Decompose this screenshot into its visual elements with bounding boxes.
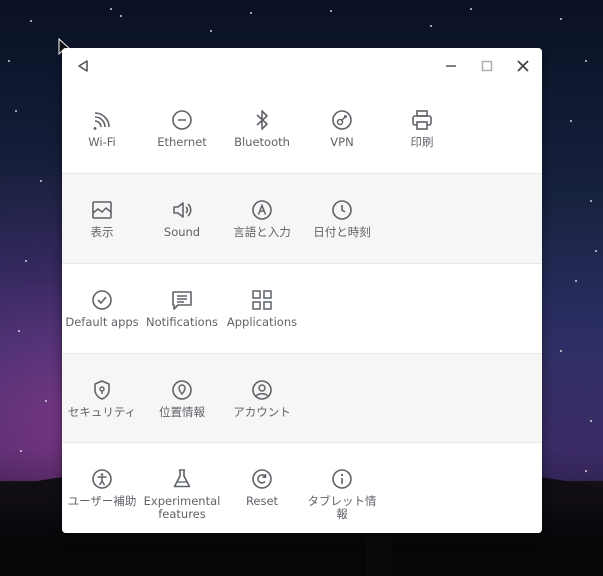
star — [595, 250, 597, 252]
star — [330, 10, 332, 12]
star — [585, 60, 587, 62]
settings-window: Wi-Fi Ethernet Bluetooth VPN 印刷表示 Sound 言語と入力 日… — [62, 48, 542, 533]
settings-item-label: ユーザー補助 — [67, 494, 137, 508]
settings-item-ethernet[interactable]: Ethernet — [142, 108, 222, 149]
account-circle-icon — [250, 378, 274, 402]
settings-item-applications[interactable]: Applications — [222, 288, 302, 329]
star — [120, 15, 122, 17]
shield-icon — [90, 378, 114, 402]
star — [45, 400, 47, 402]
star — [25, 260, 27, 262]
star — [585, 470, 587, 472]
vpn-key-icon — [330, 108, 354, 132]
wifi-icon — [90, 108, 114, 132]
location-pin-icon — [170, 378, 194, 402]
settings-item-reset[interactable]: Reset — [222, 467, 302, 508]
settings-item-label: Applications — [226, 315, 298, 329]
back-triangle-icon — [78, 60, 88, 72]
star — [15, 110, 17, 112]
settings-section: セキュリティ 位置情報 アカウント — [62, 354, 542, 443]
close-button[interactable] — [510, 53, 536, 79]
star — [250, 12, 252, 14]
back-button[interactable] — [70, 53, 96, 79]
ethernet-icon — [170, 108, 194, 132]
settings-section: ユーザー補助 Experimental features Reset タブレット情報 — [62, 443, 542, 533]
settings-item-default-apps[interactable]: Default apps — [62, 288, 142, 329]
star — [575, 280, 577, 282]
speaker-icon — [170, 198, 194, 222]
keyboard-a-icon — [250, 198, 274, 222]
wallpaper-silhouette — [366, 518, 392, 576]
minimize-button[interactable] — [438, 53, 464, 79]
settings-item-label: 印刷 — [410, 135, 434, 149]
settings-item-experimental[interactable]: Experimental features — [142, 467, 222, 521]
minimize-icon — [446, 65, 456, 67]
settings-item-label: Bluetooth — [234, 135, 290, 149]
settings-item-label: Reset — [245, 494, 279, 508]
maximize-icon — [481, 60, 493, 72]
settings-item-language-input[interactable]: 言語と入力 — [222, 198, 302, 239]
settings-item-label: Default apps — [65, 315, 139, 329]
settings-item-notifications[interactable]: Notifications — [142, 288, 222, 329]
star — [570, 120, 572, 122]
star — [590, 200, 592, 202]
window-titlebar — [62, 48, 542, 84]
printer-icon — [410, 108, 434, 132]
star — [210, 30, 212, 32]
settings-item-label: セキュリティ — [67, 405, 137, 419]
settings-item-bluetooth[interactable]: Bluetooth — [222, 108, 302, 149]
settings-item-label: Sound — [163, 225, 201, 239]
settings-item-label: Ethernet — [157, 135, 207, 149]
settings-item-print[interactable]: 印刷 — [382, 108, 462, 149]
info-icon — [330, 467, 354, 491]
star — [30, 20, 32, 22]
settings-item-account[interactable]: アカウント — [222, 378, 302, 419]
settings-grid: Wi-Fi Ethernet Bluetooth VPN 印刷表示 Sound 言語と入力 日… — [62, 84, 542, 533]
settings-item-label: アカウント — [233, 405, 291, 419]
image-icon — [90, 198, 114, 222]
settings-item-wifi[interactable]: Wi-Fi — [62, 108, 142, 149]
settings-item-label: 日付と時刻 — [313, 225, 371, 239]
settings-item-sound[interactable]: Sound — [142, 198, 222, 239]
star — [110, 8, 112, 10]
settings-item-label: Wi-Fi — [88, 135, 116, 149]
settings-item-label: 表示 — [90, 225, 114, 239]
settings-section: 表示 Sound 言語と入力 日付と時刻 — [62, 174, 542, 264]
settings-item-date-time[interactable]: 日付と時刻 — [302, 198, 382, 239]
settings-section: Wi-Fi Ethernet Bluetooth VPN 印刷 — [62, 84, 542, 174]
bluetooth-icon — [250, 108, 274, 132]
star — [430, 25, 432, 27]
check-circle-icon — [90, 288, 114, 312]
flask-icon — [170, 467, 194, 491]
settings-section: Default apps Notifications Applications — [62, 264, 542, 354]
star — [8, 60, 10, 62]
star — [590, 420, 592, 422]
reset-icon — [250, 467, 274, 491]
close-icon — [517, 60, 529, 72]
message-icon — [170, 288, 194, 312]
settings-item-label: Experimental features — [143, 494, 221, 521]
star — [40, 180, 42, 182]
star — [560, 350, 562, 352]
settings-item-label: Notifications — [146, 315, 218, 329]
settings-item-accessibility[interactable]: ユーザー補助 — [62, 467, 142, 508]
settings-item-vpn[interactable]: VPN — [302, 108, 382, 149]
star — [20, 450, 22, 452]
maximize-button[interactable] — [474, 53, 500, 79]
settings-item-label: タブレット情報 — [307, 494, 377, 521]
settings-item-label: 位置情報 — [159, 405, 205, 419]
clock-icon — [330, 198, 354, 222]
accessibility-icon — [90, 467, 114, 491]
settings-item-location[interactable]: 位置情報 — [142, 378, 222, 419]
star — [560, 18, 562, 20]
star — [470, 8, 472, 10]
star — [18, 330, 20, 332]
settings-item-label: VPN — [330, 135, 354, 149]
settings-item-display[interactable]: 表示 — [62, 198, 142, 239]
settings-item-label: 言語と入力 — [233, 225, 291, 239]
apps-grid-icon — [250, 288, 274, 312]
settings-item-security[interactable]: セキュリティ — [62, 378, 142, 419]
settings-item-tablet-info[interactable]: タブレット情報 — [302, 467, 382, 521]
